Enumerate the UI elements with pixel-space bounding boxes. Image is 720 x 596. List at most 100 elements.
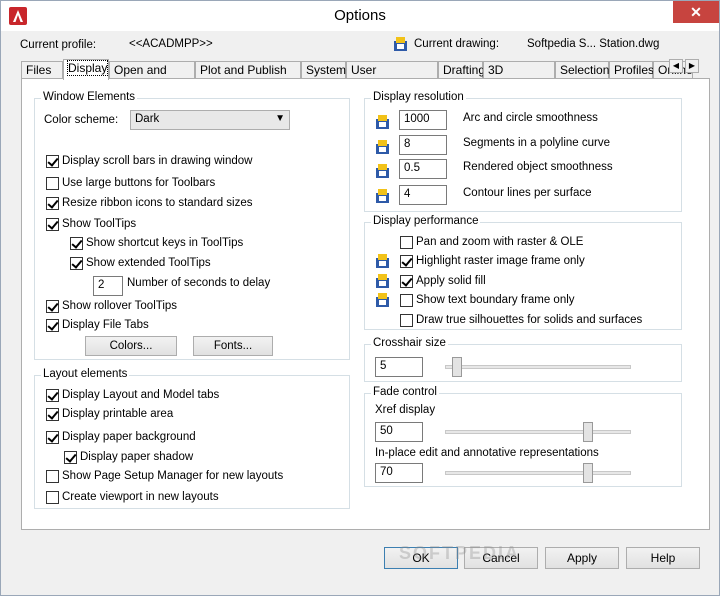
checkbox-label: Display printable area	[62, 408, 174, 420]
fade-control-group: Fade control Xref display 50 In-place ed…	[364, 386, 682, 487]
xref-display-input[interactable]: 50	[375, 422, 423, 442]
checkbox-highlight-raster-frame[interactable]	[400, 255, 413, 268]
checkbox-printable-area[interactable]	[46, 408, 59, 421]
inplace-edit-slider[interactable]	[445, 471, 631, 475]
checkbox-label: Show ToolTips	[62, 218, 137, 230]
chevron-down-icon: ▼	[275, 113, 285, 124]
display-resolution-group: Display resolution 1000 Arc and circle s…	[364, 91, 682, 212]
tab-open-and-save[interactable]: Open and Save	[109, 61, 195, 94]
checkbox-label: Show extended ToolTips	[86, 257, 211, 269]
checkbox-label: Display File Tabs	[62, 319, 149, 331]
current-profile-value: <<ACADMPP>>	[129, 38, 213, 50]
fade-control-title: Fade control	[371, 386, 439, 398]
checkbox-label: Show rollover ToolTips	[62, 300, 178, 312]
inplace-edit-label: In-place edit and annotative representat…	[375, 447, 599, 459]
window-elements-title: Window Elements	[41, 91, 138, 103]
window-title: Options	[334, 7, 386, 24]
tab-profiles[interactable]: Profiles	[609, 61, 654, 79]
inplace-edit-input[interactable]: 70	[375, 463, 423, 483]
drawing-icon	[376, 293, 389, 307]
crosshair-slider-thumb[interactable]	[452, 357, 462, 377]
checkbox-extended-tooltips[interactable]	[70, 257, 83, 270]
checkbox-apply-solid-fill[interactable]	[400, 275, 413, 288]
tab-files[interactable]: Files	[21, 61, 63, 79]
polyline-segments-input[interactable]: 8	[399, 135, 447, 155]
checkbox-label: Display Layout and Model tabs	[62, 389, 220, 401]
display-resolution-title: Display resolution	[371, 91, 466, 103]
xref-slider-thumb[interactable]	[583, 422, 593, 442]
display-performance-title: Display performance	[371, 215, 481, 227]
checkbox-label: Draw true silhouettes for solids and sur…	[416, 314, 643, 326]
current-drawing-label: Current drawing:	[414, 38, 500, 50]
checkbox-shortcut-keys-tooltips[interactable]	[70, 237, 83, 250]
checkbox-true-silhouettes[interactable]	[400, 314, 413, 327]
tab-scroll-right-icon[interactable]: ▶	[685, 59, 699, 73]
checkbox-label: Show Page Setup Manager for new layouts	[62, 470, 284, 482]
checkbox-page-setup-manager[interactable]	[46, 470, 59, 483]
crosshair-size-group: Crosshair size 5	[364, 337, 682, 382]
display-performance-group: Display performance Pan and zoom with ra…	[364, 215, 682, 330]
close-button[interactable]: ✕	[673, 1, 719, 23]
layout-elements-group: Layout elements Display Layout and Model…	[34, 368, 350, 509]
current-drawing-value: Softpedia S... Station.dwg	[527, 38, 660, 50]
contour-lines-input[interactable]: 4	[399, 185, 447, 205]
checkbox-label: Apply solid fill	[416, 275, 486, 287]
tab-user-preferences[interactable]: User Preferences	[346, 61, 438, 94]
tab-display[interactable]: Display	[63, 59, 109, 80]
drawing-icon	[376, 189, 389, 203]
drawing-icon	[376, 164, 389, 178]
current-profile-label: Current profile:	[20, 39, 97, 51]
checkbox-show-tooltips[interactable]	[46, 218, 59, 231]
apply-button[interactable]: Apply	[545, 547, 619, 569]
checkbox-label: Show shortcut keys in ToolTips	[86, 237, 244, 249]
tooltip-delay-input[interactable]: 2	[93, 276, 123, 296]
tab-plot-and-publish[interactable]: Plot and Publish	[195, 61, 301, 79]
checkbox-layout-model-tabs[interactable]	[46, 389, 59, 402]
checkbox-rollover-tooltips[interactable]	[46, 300, 59, 313]
drawing-icon	[376, 140, 389, 154]
fonts-button[interactable]: Fonts...	[193, 336, 273, 356]
checkbox-resize-ribbon-icons[interactable]	[46, 197, 59, 210]
title-bar: Options ✕	[1, 1, 719, 31]
tab-scroll-left-icon[interactable]: ◀	[669, 59, 683, 73]
arc-smoothness-input[interactable]: 1000	[399, 110, 447, 130]
checkbox-label: Show text boundary frame only	[416, 294, 575, 306]
polyline-segments-label: Segments in a polyline curve	[463, 137, 611, 149]
tooltip-delay-label: Number of seconds to delay	[127, 277, 271, 289]
tab-drafting[interactable]: Drafting	[438, 61, 485, 79]
checkbox-display-scroll-bars[interactable]	[46, 155, 59, 168]
contour-lines-label: Contour lines per surface	[463, 187, 592, 199]
xref-display-slider[interactable]	[445, 430, 631, 434]
watermark: SOFTPEDIA	[399, 543, 521, 563]
tab-selection[interactable]: Selection	[555, 61, 609, 79]
checkbox-paper-background[interactable]	[46, 431, 59, 444]
checkbox-create-viewport[interactable]	[46, 491, 59, 504]
colors-button[interactable]: Colors...	[85, 336, 177, 356]
checkbox-label: Create viewport in new layouts	[62, 491, 219, 503]
display-panel: Window Elements Color scheme: Dark ▼ Dis…	[21, 78, 710, 530]
checkbox-label: Display paper background	[62, 431, 196, 443]
color-scheme-select[interactable]: Dark ▼	[130, 110, 290, 130]
checkbox-label: Pan and zoom with raster & OLE	[416, 236, 584, 248]
tab-3d-modeling[interactable]: 3D Modeling	[483, 61, 555, 94]
help-button[interactable]: Help	[626, 547, 700, 569]
crosshair-size-slider[interactable]	[445, 365, 631, 369]
checkbox-display-file-tabs[interactable]	[46, 319, 59, 332]
crosshair-size-input[interactable]: 5	[375, 357, 423, 377]
rendered-smoothness-label: Rendered object smoothness	[463, 161, 613, 173]
inplace-slider-thumb[interactable]	[583, 463, 593, 483]
checkbox-label: Display scroll bars in drawing window	[62, 155, 253, 167]
drawing-icon	[394, 37, 407, 51]
drawing-icon	[376, 274, 389, 288]
xref-display-label: Xref display	[375, 404, 436, 416]
layout-elements-title: Layout elements	[41, 368, 130, 380]
checkbox-large-buttons[interactable]	[46, 177, 59, 190]
checkbox-paper-shadow[interactable]	[64, 451, 77, 464]
checkbox-pan-zoom-raster[interactable]	[400, 236, 413, 249]
checkbox-label: Highlight raster image frame only	[416, 255, 585, 267]
checkbox-text-boundary-frame[interactable]	[400, 294, 413, 307]
tab-system[interactable]: System	[301, 61, 346, 79]
color-scheme-value: Dark	[135, 113, 160, 125]
rendered-smoothness-input[interactable]: 0.5	[399, 159, 447, 179]
drawing-icon	[376, 254, 389, 268]
